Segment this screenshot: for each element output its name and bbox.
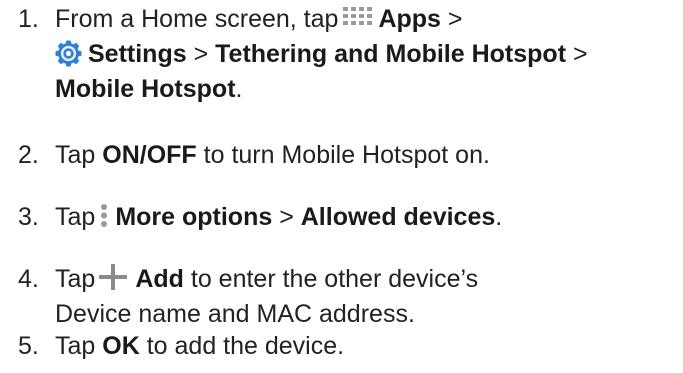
more-options-label: More options <box>115 203 273 231</box>
step-number: 5. <box>18 332 39 360</box>
step-line: Settings > Tethering and Mobile Hotspot … <box>55 37 679 72</box>
more-options-icon <box>97 202 111 229</box>
step-2: 2. Tap ON/OFF to turn Mobile Hotspot on. <box>18 138 679 173</box>
separator: > <box>440 5 463 33</box>
step-text: Tap More options > Allowed devices. <box>55 200 679 235</box>
apps-label: Apps <box>378 5 441 33</box>
separator: > <box>272 203 301 231</box>
separator: > <box>566 40 588 68</box>
step-line: Mobile Hotspot. <box>55 72 679 107</box>
step-line: From a Home screen, tap Apps > <box>55 2 679 37</box>
step-text: Tap OK to add the device. <box>55 329 679 364</box>
step-text-plain: to enter the other device’s <box>183 265 479 293</box>
period: . <box>495 203 503 231</box>
allowed-devices-label: Allowed devices <box>300 203 496 231</box>
separator: > <box>186 40 216 68</box>
step-1: 1. From a Home screen, tap Apps > Settin… <box>18 2 679 107</box>
step-line: Device name and MAC address. <box>55 300 415 328</box>
step-number: 3. <box>18 203 39 231</box>
step-text-plain: Tap <box>55 141 103 169</box>
step-5: 5. Tap OK to add the device. <box>18 329 679 364</box>
step-3: 3. Tap More options > Allowed devices. <box>18 200 679 235</box>
step-number: 1. <box>18 5 39 33</box>
apps-grid-icon <box>342 5 376 31</box>
period: . <box>235 75 243 103</box>
step-text-plain: From a Home screen, tap <box>55 5 339 33</box>
step-text-plain: Tap <box>55 332 103 360</box>
settings-label: Settings <box>88 40 187 68</box>
step-text-plain: to turn Mobile Hotspot on. <box>196 141 490 169</box>
step-text-plain: to add the device. <box>139 332 345 360</box>
step-text-plain: Tap <box>55 203 96 231</box>
step-text: From a Home screen, tap Apps > Settings … <box>55 2 679 107</box>
add-plus-icon <box>97 262 129 292</box>
ok-label: OK <box>102 332 140 360</box>
on-off-label: ON/OFF <box>102 141 197 169</box>
settings-gear-icon <box>55 40 82 67</box>
step-line: Tap Add to enter the other device’s <box>55 262 679 297</box>
add-label: Add <box>135 265 184 293</box>
step-number: 4. <box>18 265 39 293</box>
tethering-label: Tethering and Mobile Hotspot <box>215 40 567 68</box>
step-number: 2. <box>18 141 39 169</box>
mobile-hotspot-label: Mobile Hotspot <box>55 75 236 103</box>
step-text: Tap ON/OFF to turn Mobile Hotspot on. <box>55 138 679 173</box>
step-4: 4. Tap Add to enter the other device’s D… <box>18 262 679 332</box>
step-text-plain: Tap <box>55 265 96 293</box>
step-text: Tap Add to enter the other device’s Devi… <box>55 262 679 332</box>
